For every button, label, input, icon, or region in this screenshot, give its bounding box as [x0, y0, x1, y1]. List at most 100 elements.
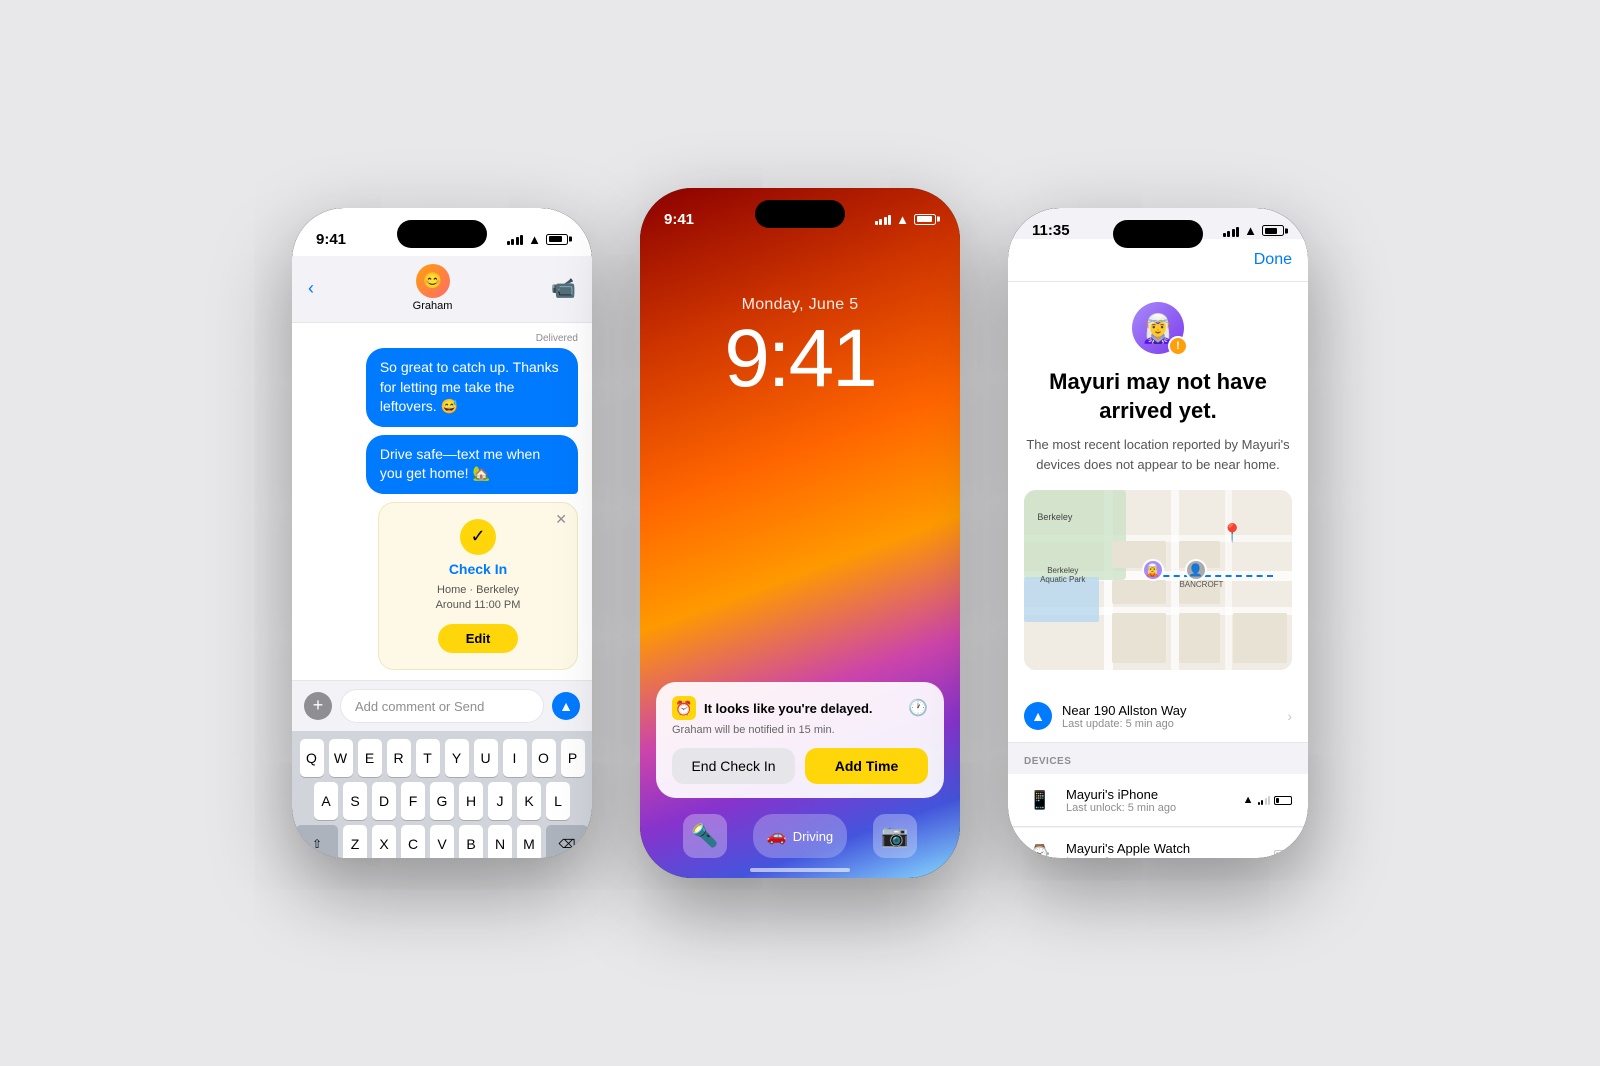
keyboard-row-3: ⇧ Z X C V B N M ⌫	[296, 825, 588, 858]
device-update-iphone: Last unlock: 5 min ago	[1066, 802, 1233, 814]
device-name-iphone: Mayuri's iPhone	[1066, 787, 1233, 802]
device-info-iphone: Mayuri's iPhone Last unlock: 5 min ago	[1066, 787, 1233, 814]
device-status-watch	[1274, 850, 1292, 858]
key-y[interactable]: Y	[445, 739, 469, 777]
key-o[interactable]: O	[532, 739, 556, 777]
key-h[interactable]: H	[459, 782, 483, 820]
signal-icon-3	[1223, 225, 1240, 237]
dynamic-island-2	[755, 200, 845, 228]
message-input[interactable]: Add comment or Send	[340, 689, 544, 723]
road-v2	[1171, 490, 1179, 670]
backspace-key[interactable]: ⌫	[546, 825, 588, 858]
add-time-button[interactable]: Add Time	[805, 748, 928, 784]
video-call-button[interactable]: 📹	[551, 276, 576, 301]
battery-watch-icon	[1274, 850, 1292, 858]
wifi-icon-3: ▲	[1244, 223, 1257, 238]
add-attachment-button[interactable]: +	[304, 692, 332, 720]
key-j[interactable]: J	[488, 782, 512, 820]
lock-date: Monday, June 5	[640, 296, 960, 314]
message-input-area: + Add comment or Send ▲	[292, 680, 592, 731]
check-in-card: ✕ ✓ Check In Home · Berkeley Around 11:0…	[378, 502, 578, 670]
key-z[interactable]: Z	[343, 825, 367, 858]
signal-icon-1	[507, 233, 524, 245]
back-button[interactable]: ‹	[308, 278, 314, 299]
dynamic-island-1	[397, 220, 487, 248]
location-row[interactable]: ▲ Near 190 Allston Way Last update: 5 mi…	[1008, 690, 1308, 743]
home-indicator-2	[750, 868, 850, 872]
iphone-icon: 📱	[1024, 784, 1056, 816]
key-x[interactable]: X	[372, 825, 396, 858]
key-v[interactable]: V	[430, 825, 454, 858]
device-info-watch: Mayuri's Apple Watch Last upda...	[1066, 841, 1264, 858]
key-d[interactable]: D	[372, 782, 396, 820]
key-k[interactable]: K	[517, 782, 541, 820]
messages-header: ‹ 😊 Graham 📹	[292, 256, 592, 323]
camera-button[interactable]: 📷	[873, 814, 917, 858]
location-info: Near 190 Allston Way Last update: 5 min …	[1062, 703, 1277, 730]
notification-subtitle: Graham will be notified in 15 min.	[672, 724, 928, 736]
messages-screen: 9:41 ▲ ‹ 😊	[292, 208, 592, 858]
signal-icon-2	[875, 213, 892, 225]
device-name-watch: Mayuri's Apple Watch	[1066, 841, 1264, 856]
phone-messages: 9:41 ▲ ‹ 😊	[292, 208, 592, 858]
map-block-5	[1112, 613, 1166, 663]
message-bubble-2: Drive safe—text me when you get home! 🏡	[366, 435, 578, 494]
check-in-icon: ✓	[460, 519, 496, 555]
key-s[interactable]: S	[343, 782, 367, 820]
map-block-3	[1112, 580, 1166, 603]
phone-lockscreen: 9:41 ▲ Monda	[640, 188, 960, 878]
devices-section: DEVICES	[1008, 743, 1308, 773]
clock-icon: 🕐	[908, 698, 928, 718]
keyboard-row-1: Q W E R T Y U I O P	[296, 739, 588, 777]
map-block-7	[1233, 613, 1287, 663]
messages-body: Delivered So great to catch up. Thanks f…	[292, 323, 592, 680]
battery-device-icon	[1274, 796, 1292, 805]
key-q[interactable]: Q	[300, 739, 324, 777]
done-button[interactable]: Done	[1254, 251, 1292, 269]
status-time-3: 11:35	[1032, 222, 1070, 239]
key-c[interactable]: C	[401, 825, 425, 858]
key-p[interactable]: P	[561, 739, 585, 777]
message-bubble-1: So great to catch up. Thanks for letting…	[366, 348, 578, 427]
send-button[interactable]: ▲	[552, 692, 580, 720]
key-e[interactable]: E	[358, 739, 382, 777]
berkeley-label: Berkeley	[1037, 512, 1072, 522]
app-icon: ⏰	[672, 696, 696, 720]
chevron-right-icon: ›	[1287, 708, 1292, 724]
avatar-wrap: 🧝‍♀️ !	[1132, 302, 1184, 354]
key-r[interactable]: R	[387, 739, 411, 777]
key-f[interactable]: F	[401, 782, 425, 820]
checkin-subtitle: The most recent location reported by May…	[1024, 435, 1292, 474]
aquatic-label: BerkeleyAquatic Park	[1040, 566, 1085, 584]
notification-title: It looks like you're delayed.	[704, 701, 900, 716]
key-g[interactable]: G	[430, 782, 454, 820]
key-w[interactable]: W	[329, 739, 353, 777]
key-u[interactable]: U	[474, 739, 498, 777]
signal-device-icon	[1258, 795, 1271, 805]
device-row-iphone: 📱 Mayuri's iPhone Last unlock: 5 min ago…	[1008, 774, 1308, 827]
key-l[interactable]: L	[546, 782, 570, 820]
notification-header: ⏰ It looks like you're delayed. 🕐	[672, 696, 928, 720]
flashlight-button[interactable]: 🔦	[683, 814, 727, 858]
location-address: Near 190 Allston Way	[1062, 703, 1277, 718]
key-a[interactable]: A	[314, 782, 338, 820]
location-icon: ▲	[1024, 702, 1052, 730]
car-icon: 🚗	[767, 826, 787, 846]
shift-key[interactable]: ⇧	[296, 825, 338, 858]
contact-info[interactable]: 😊 Graham	[413, 264, 453, 312]
phone-checkin: 11:35 ▲ Done	[1008, 208, 1308, 858]
person-pin: 🧝	[1142, 559, 1164, 581]
edit-button[interactable]: Edit	[438, 624, 519, 653]
close-icon[interactable]: ✕	[555, 511, 567, 528]
key-b[interactable]: B	[459, 825, 483, 858]
key-i[interactable]: I	[503, 739, 527, 777]
warning-badge: !	[1168, 336, 1188, 356]
status-icons-3: ▲	[1223, 223, 1284, 238]
delivered-label: Delivered	[306, 333, 578, 344]
key-n[interactable]: N	[488, 825, 512, 858]
end-check-in-button[interactable]: End Check In	[672, 748, 795, 784]
bancroft-label: BANCROFT	[1179, 580, 1223, 589]
key-m[interactable]: M	[517, 825, 541, 858]
key-t[interactable]: T	[416, 739, 440, 777]
notification-buttons: End Check In Add Time	[672, 748, 928, 784]
